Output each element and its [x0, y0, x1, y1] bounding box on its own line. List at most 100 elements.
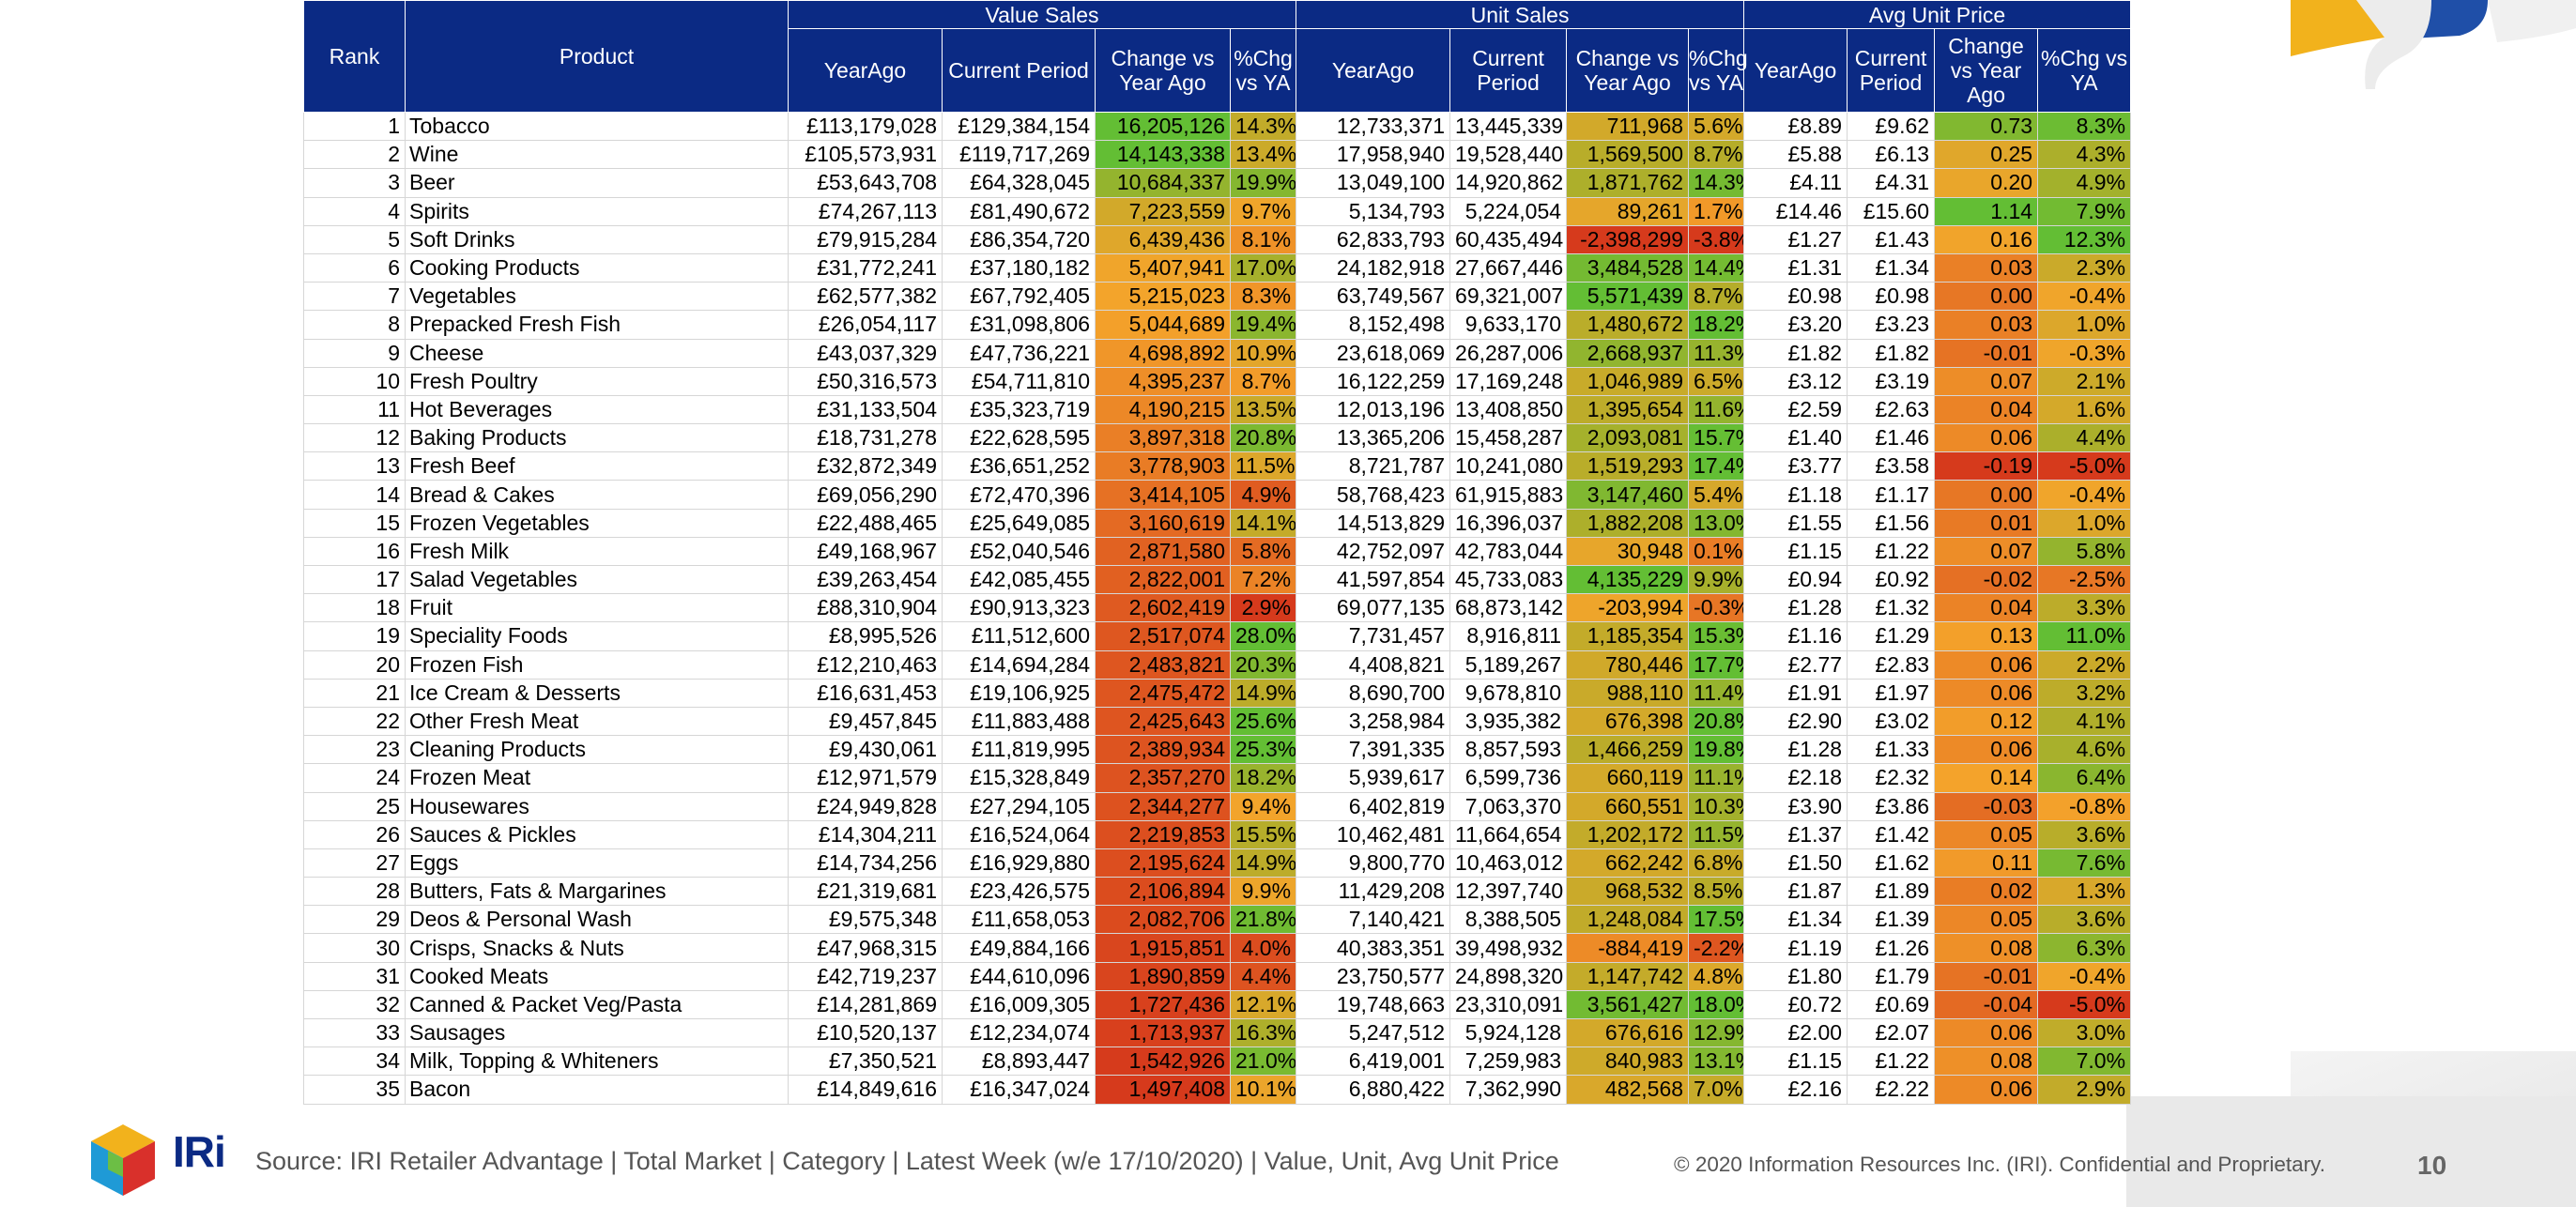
price-current-cell: £1.39: [1847, 905, 1936, 935]
product-cell: Milk, Topping & Whiteners: [405, 1047, 789, 1077]
price-yearago-cell: £3.12: [1743, 366, 1848, 396]
value-current-cell: £16,524,064: [942, 819, 1096, 849]
category-performance-table-wrapper: Rank Product Value Sales Unit Sales Avg …: [303, 0, 2132, 1105]
unit-change-cell: 482,568: [1566, 1075, 1690, 1105]
price-yearago-cell: £1.80: [1743, 961, 1848, 991]
price-yearago-cell: £1.28: [1743, 735, 1848, 765]
value-pctchg-cell: 11.5%: [1229, 451, 1297, 481]
value-change-cell: 2,389,934: [1095, 735, 1231, 765]
value-yearago-cell: £26,054,117: [788, 310, 943, 340]
price-pctchg-cell: 1.6%: [2037, 394, 2132, 425]
unit-change-cell: 1,046,989: [1566, 366, 1690, 396]
value-change-cell: 1,713,937: [1095, 1017, 1231, 1048]
value-pctchg-cell: 19.4%: [1229, 310, 1297, 340]
rank-cell: 21: [303, 678, 406, 708]
price-pctchg-cell: 1.0%: [2037, 310, 2132, 340]
unit-current-cell: 15,458,287: [1449, 423, 1568, 453]
rank-cell: 35: [303, 1075, 406, 1105]
product-cell: Fresh Poultry: [405, 366, 789, 396]
unit-current-cell: 19,528,440: [1449, 140, 1568, 170]
unit-yearago-cell: 7,391,335: [1296, 735, 1451, 765]
value-yearago-cell: £12,210,463: [788, 649, 943, 680]
value-yearago-cell: £22,488,465: [788, 508, 943, 538]
unit-yearago-cell: 41,597,854: [1296, 564, 1451, 595]
price-current-cell: £0.92: [1847, 564, 1936, 595]
price-change-cell: 0.08: [1934, 1047, 2039, 1077]
price-current-cell: £1.17: [1847, 480, 1936, 510]
unit-pctchg-cell: 12.9%: [1688, 1017, 1745, 1048]
unit-yearago-cell: 23,618,069: [1296, 338, 1451, 368]
category-performance-table: Rank Product Value Sales Unit Sales Avg …: [303, 0, 2132, 1105]
value-yearago-cell: £69,056,290: [788, 480, 943, 510]
unit-current-cell: 16,396,037: [1449, 508, 1568, 538]
value-current-cell: £27,294,105: [942, 791, 1096, 821]
price-pctchg-cell: 3.6%: [2037, 905, 2132, 935]
unit-change-cell: 4,135,229: [1566, 564, 1690, 595]
value-current-cell: £72,470,396: [942, 480, 1096, 510]
price-current-cell: £1.26: [1847, 933, 1936, 963]
value-change-cell: 2,871,580: [1095, 536, 1231, 567]
unit-pctchg-cell: 5.6%: [1688, 111, 1745, 142]
value-pctchg-cell: 4.0%: [1229, 933, 1297, 963]
value-change-cell: 3,160,619: [1095, 508, 1231, 538]
product-cell: Beer: [405, 168, 789, 198]
unit-change-cell: 89,261: [1566, 196, 1690, 226]
price-change-cell: 0.01: [1934, 508, 2039, 538]
value-current-cell: £67,792,405: [942, 282, 1096, 312]
price-pctchg-cell: -0.4%: [2037, 480, 2132, 510]
value-current-cell: £44,610,096: [942, 961, 1096, 991]
avg-unit-price-group-header: Avg Unit Price: [1743, 0, 2132, 29]
unit-current-cell: 12,397,740: [1449, 877, 1568, 907]
unit-change-cell: 840,983: [1566, 1047, 1690, 1077]
value-yearago-cell: £24,949,828: [788, 791, 943, 821]
rank-cell: 28: [303, 877, 406, 907]
price-change-cell: 0.06: [1934, 1017, 2039, 1048]
product-cell: Fresh Milk: [405, 536, 789, 567]
product-cell: Bread & Cakes: [405, 480, 789, 510]
value-change-cell: 3,778,903: [1095, 451, 1231, 481]
value-pctchg-cell: 15.5%: [1229, 819, 1297, 849]
unit-current-cell: 13,445,339: [1449, 111, 1568, 142]
unit-yearago-header: YearAgo: [1296, 28, 1451, 113]
table-row: 16 Fresh Milk £49,168,967 £52,040,546 2,871,…: [303, 536, 2132, 567]
value-change-cell: 1,890,859: [1095, 961, 1231, 991]
price-current-cell: £1.56: [1847, 508, 1936, 538]
unit-yearago-cell: 6,419,001: [1296, 1047, 1451, 1077]
price-change-cell: 0.07: [1934, 366, 2039, 396]
unit-pctchg-cell: 13.1%: [1688, 1047, 1745, 1077]
value-pctchg-cell: 28.0%: [1229, 621, 1297, 651]
unit-change-cell: 660,551: [1566, 791, 1690, 821]
value-current-cell: £37,180,182: [942, 252, 1096, 283]
unit-yearago-cell: 13,049,100: [1296, 168, 1451, 198]
unit-change-cell: 2,093,081: [1566, 423, 1690, 453]
price-change-cell: 0.00: [1934, 282, 2039, 312]
table-row: 14 Bread & Cakes £69,056,290 £72,470,396 3,4…: [303, 480, 2132, 510]
price-pctchg-cell: -2.5%: [2037, 564, 2132, 595]
unit-pctchg-cell: -0.3%: [1688, 593, 1745, 623]
price-pctchg-cell: 4.3%: [2037, 140, 2132, 170]
price-current-cell: £1.97: [1847, 678, 1936, 708]
product-header: Product: [405, 0, 789, 113]
price-pctchg-cell: 1.0%: [2037, 508, 2132, 538]
table-row: 10 Fresh Poultry £50,316,573 £54,711,810 4,3…: [303, 366, 2132, 396]
price-pctchg-cell: 3.2%: [2037, 678, 2132, 708]
value-yearago-cell: £8,995,526: [788, 621, 943, 651]
unit-pctchg-cell: 11.6%: [1688, 394, 1745, 425]
unit-change-cell: 1,248,084: [1566, 905, 1690, 935]
table-row: 13 Fresh Beef £32,872,349 £36,651,252 3,778,…: [303, 451, 2132, 481]
unit-change-cell: 3,484,528: [1566, 252, 1690, 283]
unit-yearago-cell: 40,383,351: [1296, 933, 1451, 963]
unit-yearago-cell: 17,958,940: [1296, 140, 1451, 170]
price-current-cell: £1.43: [1847, 224, 1936, 254]
rank-cell: 26: [303, 819, 406, 849]
unit-pctchg-cell: 7.0%: [1688, 1075, 1745, 1105]
unit-pctchg-cell: 14.4%: [1688, 252, 1745, 283]
unit-pctchg-cell: 8.7%: [1688, 140, 1745, 170]
value-yearago-cell: £53,643,708: [788, 168, 943, 198]
value-pctchg-cell: 4.9%: [1229, 480, 1297, 510]
price-pctchg-header: %Chg vs YA: [2037, 28, 2132, 113]
unit-current-cell: 5,924,128: [1449, 1017, 1568, 1048]
unit-current-cell: 8,388,505: [1449, 905, 1568, 935]
table-row: 32 Canned & Packet Veg/Pasta £14,281,869 £1…: [303, 989, 2132, 1020]
price-pctchg-cell: 4.4%: [2037, 423, 2132, 453]
